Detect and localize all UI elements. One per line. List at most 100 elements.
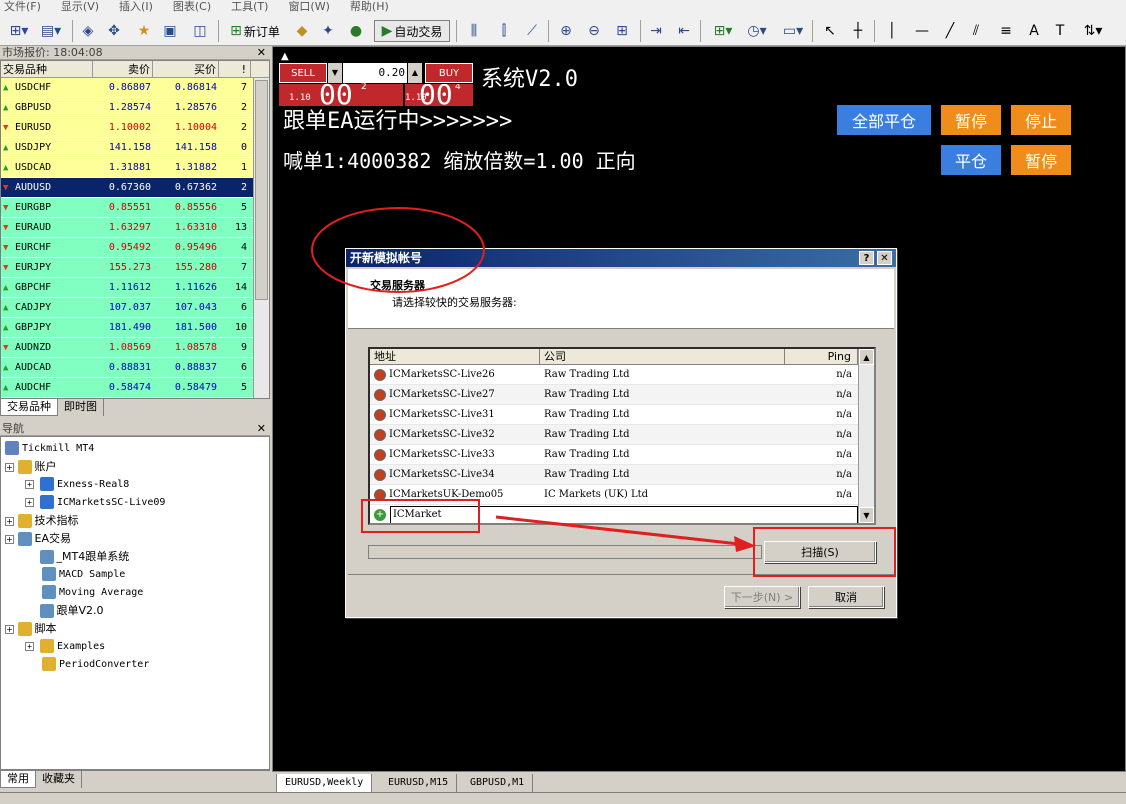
data-window-icon[interactable]: ✥ (104, 20, 124, 42)
navigator-item[interactable]: + EA交易 (5, 531, 71, 547)
market-watch-row[interactable]: ▼ EURAUD 1.63297 1.63310 13 (1, 218, 269, 238)
text-label-icon[interactable]: T (1050, 20, 1070, 42)
terminal-icon[interactable]: ▣ (160, 20, 180, 42)
navigator-item[interactable]: + 账户 (5, 459, 57, 475)
indicators-icon[interactable]: ⊞▾ (708, 20, 738, 42)
chart-shift-icon[interactable]: ⇤ (674, 20, 694, 42)
navigator-item[interactable]: Tickmill MT4 (5, 441, 94, 457)
expand-icon[interactable]: + (5, 625, 14, 634)
market-watch-row[interactable]: ▼ EURCHF 0.95492 0.95496 4 (1, 238, 269, 258)
server-row[interactable]: ICMarketsSC-Live34 Raw Trading Ltd n/a (370, 465, 874, 485)
periods-icon[interactable]: ◷▾ (742, 20, 772, 42)
pause-button-1[interactable]: 暂停 (941, 105, 1001, 135)
horizontal-line-icon[interactable]: — (912, 20, 932, 42)
server-row[interactable]: ICMarketsUK-Demo05 IC Markets (UK) Ltd n/a (370, 485, 874, 505)
chart-tab-eurusd-m15[interactable]: EURUSD,M15 (380, 774, 458, 792)
close-icon[interactable]: ✕ (877, 251, 892, 265)
zoom-in-icon[interactable]: ⊕ (556, 20, 576, 42)
pause-button-2[interactable]: 暂停 (1011, 145, 1071, 175)
close-all-button[interactable]: 全部平仓 (837, 105, 931, 135)
globe-icon[interactable]: ● (346, 20, 366, 42)
expand-icon[interactable]: + (25, 498, 34, 507)
text-icon[interactable]: A (1024, 20, 1044, 42)
market-watch-row[interactable]: ▼ AUDUSD 0.67360 0.67362 2 (1, 178, 269, 198)
navigator-item[interactable]: Moving Average (25, 585, 143, 601)
navigator-item[interactable]: + ICMarketsSC-Live09 (25, 495, 165, 511)
scroll-down-icon[interactable]: ▼ (859, 507, 874, 523)
col-ping[interactable]: Ping (785, 349, 858, 364)
market-watch-scrollbar[interactable] (253, 78, 269, 399)
bar-chart-icon[interactable]: ⫼ (464, 20, 484, 42)
market-watch-row[interactable]: ▼ EURJPY 155.273 155.280 7 (1, 258, 269, 278)
navigator-item[interactable]: PeriodConverter (25, 657, 149, 673)
navigator-item[interactable]: MACD Sample (25, 567, 125, 583)
chart-menu-icon[interactable]: ▲ (281, 51, 289, 62)
new-order-button[interactable]: ⊞ 新订单 (224, 20, 286, 42)
profiles-icon[interactable]: ▤▾ (36, 20, 66, 42)
navigator-item[interactable]: + 技术指标 (5, 513, 79, 529)
market-watch-row[interactable]: ▼ AUDNZD 1.08569 1.08578 9 (1, 338, 269, 358)
market-watch-row[interactable]: ▲ USDCAD 1.31881 1.31882 1 (1, 158, 269, 178)
navigator-item[interactable]: + Exness-Real8 (25, 477, 129, 493)
fibonacci-icon[interactable]: ≡ (996, 20, 1016, 42)
market-watch-row[interactable]: ▲ GBPCHF 1.11612 1.11626 14 (1, 278, 269, 298)
tab-symbols[interactable]: 交易品种 (0, 399, 58, 416)
new-chart-icon[interactable]: ⊞▾ (4, 20, 34, 42)
scan-button[interactable]: 扫描(S) (764, 541, 876, 563)
navigator-item[interactable]: + 脚本 (5, 621, 57, 637)
options-icon[interactable]: ✦ (318, 20, 338, 42)
market-watch-row[interactable]: ▲ USDJPY 141.158 141.158 0 (1, 138, 269, 158)
channel-icon[interactable]: ⫽ (966, 20, 986, 42)
expand-icon[interactable]: + (25, 642, 34, 651)
market-watch-row[interactable]: ▲ AUDCHF 0.58474 0.58479 5 (1, 378, 269, 398)
line-chart-icon[interactable]: ⟋ (522, 20, 542, 42)
menu-item[interactable]: 显示(V) (61, 0, 99, 14)
col-ask[interactable]: 买价 (153, 61, 219, 77)
close-button[interactable]: 平仓 (941, 145, 1001, 175)
market-watch-row[interactable]: ▲ AUDCAD 0.88831 0.88837 6 (1, 358, 269, 378)
chart-tab-eurusd-weekly[interactable]: EURUSD,Weekly (276, 774, 373, 792)
expand-icon[interactable]: + (5, 463, 14, 472)
col-symbol[interactable]: 交易品种 (1, 61, 93, 77)
server-list-scrollbar[interactable]: ▲ ▼ (858, 349, 874, 523)
crosshair-icon[interactable]: ┼ (848, 20, 868, 42)
menu-item[interactable]: 图表(C) (173, 0, 211, 14)
col-bid[interactable]: 卖价 (93, 61, 153, 77)
server-row[interactable]: ICMarketsSC-Live32 Raw Trading Ltd n/a (370, 425, 874, 445)
tab-common[interactable]: 常用 (0, 771, 36, 788)
scroll-up-icon[interactable]: ▲ (859, 349, 874, 365)
next-button[interactable]: 下一步(N) > (724, 586, 800, 608)
market-watch-row[interactable]: ▼ EURUSD 1.10002 1.10004 2 (1, 118, 269, 138)
help-icon[interactable]: ? (859, 251, 874, 265)
col-spread[interactable]: ! (219, 61, 251, 77)
cancel-button[interactable]: 取消 (808, 586, 884, 608)
auto-trade-button[interactable]: ▶ 自动交易 (374, 20, 450, 42)
buy-button[interactable]: BUY (425, 63, 473, 83)
market-watch-row[interactable]: ▲ USDCHF 0.86807 0.86814 7 (1, 78, 269, 98)
market-watch-row[interactable]: ▼ EURGBP 0.85551 0.85556 5 (1, 198, 269, 218)
menu-item[interactable]: 插入(I) (119, 0, 153, 14)
col-address[interactable]: 地址 (370, 349, 540, 364)
server-row[interactable]: ICMarketsSC-Live33 Raw Trading Ltd n/a (370, 445, 874, 465)
col-company[interactable]: 公司 (540, 349, 785, 364)
navigator-item[interactable]: _MT4跟单系统 (25, 549, 129, 565)
server-row[interactable]: ICMarketsSC-Live26 Raw Trading Ltd n/a (370, 365, 874, 385)
menu-item[interactable]: 工具(T) (231, 0, 268, 14)
arrows-icon[interactable]: ⇅▾ (1078, 20, 1108, 42)
chart-tab-gbpusd-m1[interactable]: GBPUSD,M1 (462, 774, 534, 792)
menu-item[interactable]: 帮助(H) (350, 0, 389, 14)
zoom-out-icon[interactable]: ⊖ (584, 20, 604, 42)
server-address-input[interactable]: ICMarket (389, 506, 858, 523)
server-row[interactable]: ICMarketsSC-Live27 Raw Trading Ltd n/a (370, 385, 874, 405)
market-watch-row[interactable]: ▲ CADJPY 107.037 107.043 6 (1, 298, 269, 318)
market-watch-icon[interactable]: ◈ (78, 20, 98, 42)
close-icon[interactable]: ✕ (257, 422, 266, 436)
tab-tick-chart[interactable]: 即时图 (58, 399, 104, 416)
metaeditor-icon[interactable]: ◆ (292, 20, 312, 42)
navigator-item[interactable]: 跟单V2.0 (25, 603, 104, 619)
menu-item[interactable]: 窗口(W) (288, 0, 329, 14)
close-icon[interactable]: ✕ (257, 46, 266, 60)
expand-icon[interactable]: + (5, 517, 14, 526)
expand-icon[interactable]: + (25, 480, 34, 489)
expand-icon[interactable]: + (5, 535, 14, 544)
